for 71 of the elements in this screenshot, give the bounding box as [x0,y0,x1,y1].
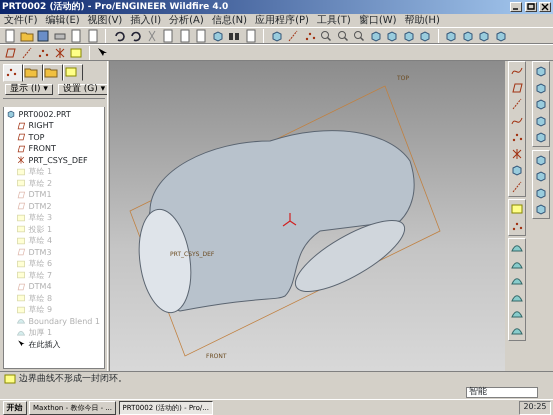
datum-plane-icon [16,144,26,154]
sketch-icon [16,304,26,315]
sketch-icon [16,166,26,177]
tree-item[interactable]: RIGHT [28,120,54,132]
menu-item[interactable]: 编辑(E) [42,14,84,26]
datum-plane-icon [16,247,26,258]
datum-plane-icon [16,190,26,200]
datum-axis-icon[interactable] [20,46,34,60]
menu-item[interactable]: 文件(F) [0,14,42,26]
sketch-icon [16,293,26,304]
refit-icon[interactable] [352,28,366,42]
document-icon[interactable] [69,28,83,42]
minimize-button[interactable] [510,2,522,12]
filter-dropdown[interactable]: 智能 [466,387,538,398]
sketch-icon[interactable] [510,202,524,216]
tree-item[interactable]: FRONT [28,143,56,154]
sketch-icon [16,224,26,234]
csys-icon[interactable] [52,46,66,60]
zoom-out-icon[interactable] [336,28,350,42]
status-message: 边界曲线不形成一封闭环。 [19,374,127,384]
menu-item[interactable]: 窗口(W) [354,14,401,26]
tree-item[interactable]: TOP [28,132,45,143]
navigator-tab[interactable] [42,64,62,80]
sketch-icon [64,64,78,78]
navigator-tab[interactable] [2,64,22,82]
zoom-in-icon[interactable] [319,28,333,42]
datum-axis-icon[interactable] [510,97,524,111]
csys-icon[interactable] [510,146,524,160]
message-icon[interactable] [2,372,16,386]
sketch-icon [16,212,26,223]
feature-icon [16,316,26,326]
menu-item[interactable]: 插入(I) [126,14,166,26]
cube-icon[interactable] [270,28,284,42]
navigator-tab[interactable] [22,64,42,80]
document-icon[interactable] [86,28,100,42]
navigator-tab[interactable] [62,64,82,80]
tree-item[interactable]: PRT_CSYS_DEF [28,154,88,166]
tree-item[interactable]: 在此插入 [28,338,60,350]
axis-icon[interactable] [286,28,300,42]
menu-item[interactable]: 信息(N) [208,14,252,26]
menu-item[interactable]: 分析(A) [165,14,208,26]
sketch-icon [16,270,26,280]
dropdown-button[interactable]: 显示 (I) ▾ [5,84,53,95]
datum-plane-icon [16,120,26,131]
close-button[interactable] [539,2,551,12]
tree-item[interactable]: PRT0002.PRT [18,108,71,120]
menu-item[interactable]: 视图(V) [84,14,126,26]
maximize-icon [526,3,536,11]
new-file-icon[interactable] [3,28,17,42]
save-icon[interactable] [36,28,50,42]
redo-icon[interactable] [128,28,142,42]
datum-plane-icon [16,282,26,292]
sketch-icon [16,236,26,246]
menu-item[interactable]: 应用程序(P) [251,14,313,26]
menu-item[interactable]: 工具(T) [312,14,355,26]
coordinate-axes-icon [282,212,297,227]
sketch-icon[interactable] [69,46,83,60]
maximize-button[interactable] [524,2,536,12]
datum-plane-icon [16,132,26,142]
close-icon [540,3,550,11]
start-button[interactable]: 开始 [2,401,26,415]
datum-plane-icon[interactable] [510,80,524,94]
sketch-icon [16,178,26,188]
part-icon [6,109,16,120]
csys-icon [16,155,26,166]
clock: 20:25 [519,401,550,415]
sketch-icon [16,258,26,269]
window-title: PRT0002 (活动的) - Pro/ENGINEER Wildfire 4.0 [2,2,230,12]
menu-item[interactable]: 帮助(H) [400,14,444,26]
datum-plane-icon [16,201,26,212]
datum-plane-icon[interactable] [3,46,17,60]
